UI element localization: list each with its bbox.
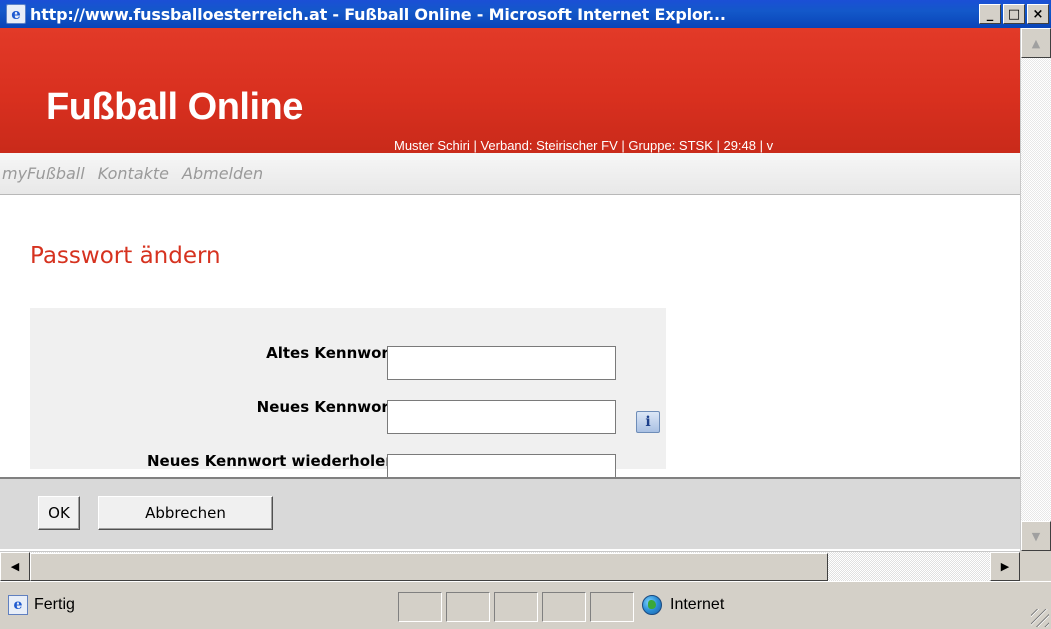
scrollbar-corner	[1020, 551, 1051, 581]
status-bar: e Fertig Internet	[0, 581, 1051, 629]
scroll-right-button[interactable]: ▶	[990, 552, 1020, 581]
maximize-button[interactable]: □	[1003, 4, 1025, 24]
status-cell	[542, 592, 586, 622]
status-cell	[590, 592, 634, 622]
vertical-scrollbar[interactable]: ▲ ▼	[1020, 28, 1051, 551]
close-icon: ×	[1032, 6, 1044, 22]
horizontal-scroll-thumb[interactable]	[30, 553, 828, 581]
old-password-field[interactable]	[387, 346, 616, 380]
horizontal-scrollbar[interactable]: ◀ ▶	[0, 551, 1020, 581]
page-content: Fußball Online Muster Schiri | Verband: …	[0, 28, 1020, 551]
scroll-up-button[interactable]: ▲	[1021, 28, 1051, 58]
repeat-password-label: Neues Kennwort wiederholen	[146, 452, 396, 470]
nav-item-myfussball[interactable]: myFußball	[2, 164, 85, 183]
nav-item-abmelden[interactable]: Abmelden	[182, 164, 263, 183]
security-zone: Internet	[642, 595, 724, 615]
status-cell	[398, 592, 442, 622]
status-text-area: e Fertig	[8, 595, 75, 615]
header-banner: Fußball Online Muster Schiri | Verband: …	[0, 28, 1020, 153]
status-text: Fertig	[34, 596, 75, 613]
new-password-field[interactable]	[387, 400, 616, 434]
nav-bar: myFußball Kontakte Abmelden	[0, 153, 1020, 195]
user-info: Muster Schiri | Verband: Steirischer FV …	[394, 138, 774, 153]
minimize-icon: _	[986, 6, 994, 22]
arrow-right-icon: ▶	[1000, 560, 1010, 573]
new-password-label: Neues Kennwort	[256, 398, 396, 416]
arrow-left-icon: ◀	[10, 560, 20, 573]
status-cell	[494, 592, 538, 622]
maximize-icon: □	[1007, 6, 1021, 22]
arrow-down-icon: ▼	[1031, 529, 1041, 543]
form-row-repeat-password: Neues Kennwort wiederholen	[30, 442, 666, 488]
window-controls: _ □ ×	[979, 4, 1049, 24]
old-password-label: Altes Kennwort	[266, 344, 396, 362]
resize-grip-icon[interactable]	[1031, 609, 1049, 627]
cancel-button[interactable]: Abbrechen	[98, 496, 273, 530]
arrow-up-icon: ▲	[1031, 36, 1041, 50]
minimize-button[interactable]: _	[979, 4, 1001, 24]
internet-explorer-icon: e	[6, 4, 26, 24]
page-icon: e	[8, 595, 28, 615]
globe-icon	[642, 595, 662, 615]
ok-button[interactable]: OK	[38, 496, 80, 530]
window-title: http://www.fussballoesterreich.at - Fußb…	[30, 4, 726, 24]
info-icon[interactable]: i	[636, 411, 660, 433]
button-bar: OK Abbrechen	[0, 477, 1020, 549]
nav-item-kontakte[interactable]: Kontakte	[98, 164, 169, 183]
close-button[interactable]: ×	[1027, 4, 1049, 24]
form-row-old-password: Altes Kennwort	[30, 334, 666, 380]
password-form: Altes Kennwort Neues Kennwort i Neues Ke…	[30, 308, 666, 488]
page-title: Passwort ändern	[30, 243, 221, 269]
form-row-new-password: Neues Kennwort i	[30, 388, 666, 434]
site-logo[interactable]: Fußball Online	[46, 86, 303, 129]
scroll-left-button[interactable]: ◀	[0, 552, 30, 581]
zone-label: Internet	[670, 596, 725, 613]
scroll-down-button[interactable]: ▼	[1021, 521, 1051, 551]
window-titlebar[interactable]: e http://www.fussballoesterreich.at - Fu…	[0, 0, 1051, 28]
status-cell	[446, 592, 490, 622]
